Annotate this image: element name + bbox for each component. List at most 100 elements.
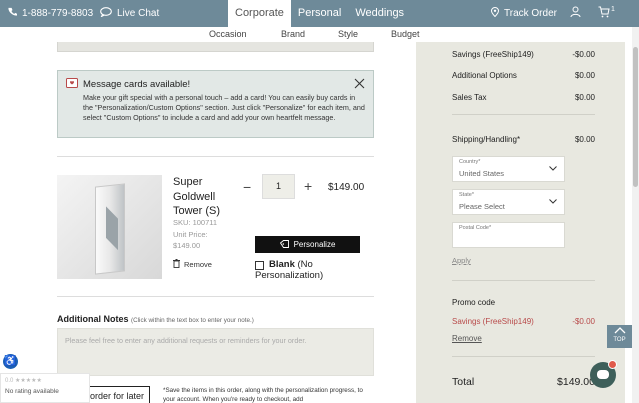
phone-number: 1-888-779-8803: [22, 7, 94, 19]
summary-label: Additional Options: [452, 71, 517, 80]
summary-label: Sales Tax: [452, 93, 487, 102]
scrollbar[interactable]: [632, 27, 639, 403]
tab-corporate[interactable]: Corporate: [228, 0, 291, 27]
chat-bubble-icon: [597, 370, 609, 379]
summary-row-shipping: Shipping/Handling* $0.00: [452, 135, 595, 144]
summary-row-savings: Savings (FreeShip149) -$0.00: [452, 50, 595, 59]
summary-label: Shipping/Handling*: [452, 135, 521, 144]
remove-label: Remove: [184, 260, 212, 269]
save-order-button[interactable]: order for later: [82, 386, 150, 403]
rating-score: 0.0 ★★★★★: [5, 378, 42, 384]
remove-promo-link[interactable]: Remove: [452, 334, 482, 343]
blank-note: (No: [297, 259, 313, 270]
personalize-button[interactable]: Personalize: [255, 236, 360, 253]
personalize-label: Personalize: [293, 240, 336, 249]
promo-savings-label: Savings (FreeShip149): [452, 317, 534, 326]
country-label: Country*: [459, 159, 481, 165]
order-summary: Savings (FreeShip149) -$0.00 Additional …: [416, 42, 625, 403]
rating-widget[interactable]: 0.0 ★★★★★ No rating available: [0, 373, 90, 403]
state-value: Please Select: [459, 202, 505, 211]
state-label: State*: [459, 192, 474, 198]
state-select[interactable]: State* Please Select: [452, 189, 565, 215]
main-tabs: Corporate Personal Weddings: [228, 0, 411, 27]
remove-item-button[interactable]: Remove: [173, 259, 212, 270]
summary-value: $0.00: [574, 93, 595, 102]
summary-divider: [452, 280, 595, 281]
phone-icon: [8, 7, 17, 19]
chevron-down-icon: [549, 166, 557, 173]
divider: [57, 296, 374, 297]
summary-row-sales-tax: Sales Tax $0.00: [452, 93, 595, 102]
accessibility-icon[interactable]: ♿: [3, 354, 18, 369]
chat-icon: [100, 7, 112, 20]
blank-option[interactable]: Blank (No Personalization): [255, 259, 324, 281]
message-card-title: Message cards available!: [83, 79, 191, 90]
top-label: TOP: [613, 337, 626, 343]
product-name[interactable]: Super Goldwell Tower (S): [173, 175, 243, 219]
product-sku: SKU: 100711: [173, 218, 218, 227]
summary-value: $0.00: [574, 135, 595, 144]
quantity-increase-button[interactable]: +: [304, 178, 312, 194]
blank-note-line2: Personalization): [255, 269, 324, 281]
promo-code-label: Promo code: [452, 298, 496, 307]
track-order-label: Track Order: [504, 8, 557, 19]
trash-icon: [173, 259, 180, 270]
total-row: Total $149.00: [452, 376, 595, 388]
user-icon: [570, 6, 581, 21]
country-value: United States: [459, 169, 505, 178]
close-icon[interactable]: [354, 77, 365, 92]
summary-label: Savings (FreeShip149): [452, 50, 534, 59]
summary-divider: [452, 356, 595, 357]
notes-hint: (Click within the text box to enter your…: [131, 317, 254, 324]
total-label: Total: [452, 376, 475, 388]
blank-checkbox[interactable]: [255, 261, 264, 270]
chat-widget-button[interactable]: [590, 360, 617, 388]
divider: [57, 156, 374, 157]
promo-savings-row: Savings (FreeShip149) -$0.00: [452, 317, 595, 326]
product-meta: SKU: 100711 Unit Price: $149.00: [173, 217, 217, 252]
live-chat-link[interactable]: Live Chat: [100, 7, 159, 20]
summary-divider: [452, 114, 595, 115]
previous-section-edge: [57, 42, 374, 52]
back-to-top-button[interactable]: TOP: [607, 325, 632, 348]
postal-code-field[interactable]: Postal Code*: [452, 222, 565, 248]
account-button[interactable]: [570, 6, 581, 21]
subnav-item-budget[interactable]: Budget: [391, 29, 420, 39]
tag-icon: [279, 239, 289, 250]
scrollbar-thumb[interactable]: [633, 47, 638, 187]
gift-card-icon: [66, 78, 78, 91]
cart-button[interactable]: 1: [598, 6, 615, 21]
cart-count: 1: [611, 6, 615, 13]
subnav-item-brand[interactable]: Brand: [281, 29, 305, 39]
save-order-note: *Save the items in this order, along wit…: [163, 387, 363, 403]
promo-savings-value: -$0.00: [572, 317, 595, 326]
additional-notes-heading: Additional Notes (Click within the text …: [57, 314, 254, 324]
top-bar: 1-888-779-8803 Live Chat Corporate Perso…: [0, 0, 639, 27]
notification-dot: [608, 360, 617, 369]
line-price: $149.00: [328, 182, 365, 193]
unit-price-value: $149.00: [173, 241, 201, 250]
phone-link[interactable]: 1-888-779-8803: [8, 7, 93, 19]
apply-link[interactable]: Apply: [452, 256, 471, 265]
notes-label: Additional Notes: [57, 314, 129, 324]
subnav-item-style[interactable]: Style: [338, 29, 358, 39]
summary-row-additional-options: Additional Options $0.00: [452, 71, 595, 80]
postal-code-label: Postal Code*: [459, 225, 492, 231]
summary-value: $0.00: [574, 71, 595, 80]
quantity-decrease-button[interactable]: −: [243, 179, 251, 195]
tab-weddings[interactable]: Weddings: [348, 0, 411, 27]
notes-textarea[interactable]: Please feel free to enter any additional…: [57, 328, 374, 376]
tab-personal[interactable]: Personal: [291, 0, 348, 27]
message-card-body: Make your gift special with a personal t…: [83, 93, 365, 122]
quantity-input[interactable]: 1: [262, 174, 295, 199]
chevron-down-icon: [549, 199, 557, 206]
product-image[interactable]: [57, 175, 162, 279]
subnav-item-occasion[interactable]: Occasion: [209, 29, 247, 39]
country-select[interactable]: Country* United States: [452, 156, 565, 182]
chevron-up-icon: [614, 327, 626, 336]
total-value: $149.00: [557, 376, 595, 388]
cart-icon: [598, 6, 610, 21]
rating-text: No rating available: [5, 388, 59, 395]
track-order-link[interactable]: Track Order: [490, 6, 557, 20]
message-card-notice: Message cards available! Make your gift …: [57, 70, 374, 138]
